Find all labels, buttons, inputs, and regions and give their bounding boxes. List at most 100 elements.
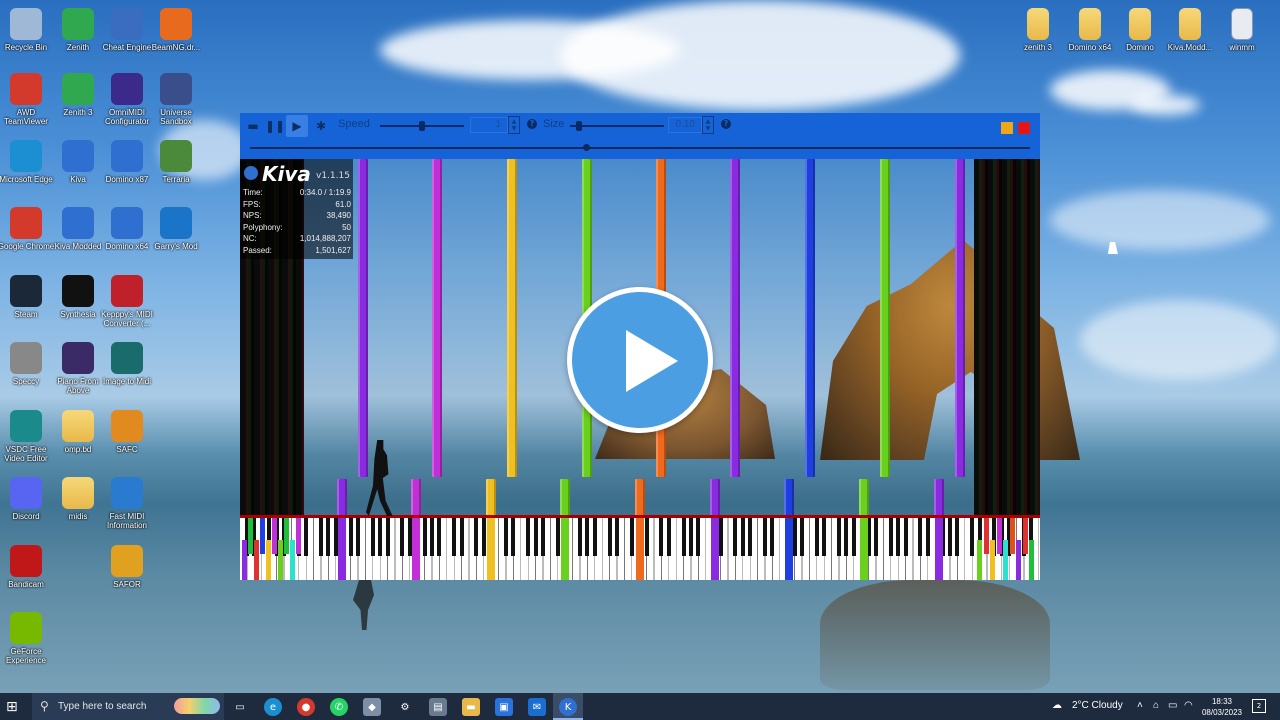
mail-taskbar-icon[interactable]: ✉ xyxy=(528,698,546,716)
open-file-icon[interactable]: ▬ xyxy=(242,115,264,137)
whatsapp-taskbar-icon[interactable]: ✆ xyxy=(330,698,348,716)
task-view-icon[interactable]: ▭ xyxy=(231,698,249,716)
desktop-icon-label: zenith 3 xyxy=(1023,43,1053,52)
desktop-icon[interactable]: Fast MIDI Information xyxy=(97,477,157,530)
speed-spinner[interactable]: ▲ ▼ xyxy=(508,116,520,134)
garrys-mod-icon xyxy=(160,207,192,239)
kiva-taskbar-icon[interactable]: K xyxy=(559,698,577,716)
desktop-icon[interactable]: GeForce Experience xyxy=(0,612,56,665)
file-explorer-taskbar-icon[interactable]: ▬ xyxy=(462,698,480,716)
stat-row: NPS: 38,490 xyxy=(243,211,351,220)
pressed-key xyxy=(284,518,289,554)
weather-icon[interactable]: ☁ xyxy=(1052,700,1062,711)
desktop-icon[interactable]: Kepppy's MIDI Converter (... xyxy=(97,275,157,328)
seek-knob[interactable] xyxy=(583,144,590,151)
clock-date: 08/03/2023 xyxy=(1201,708,1243,717)
speed-slider-knob[interactable] xyxy=(419,121,425,131)
edge-taskbar-icon[interactable]: e xyxy=(264,698,282,716)
speed-help-icon[interactable]: ? xyxy=(527,119,537,129)
settings-gear-icon[interactable]: ✱ xyxy=(310,115,332,137)
pause-button[interactable]: ❚❚ xyxy=(264,115,286,137)
cloud xyxy=(560,0,960,110)
taskbar-search[interactable]: ⚲ Type here to search xyxy=(32,693,224,720)
play-button[interactable]: ▶ xyxy=(286,115,308,137)
desktop-icon[interactable]: Universe Sandbox xyxy=(146,73,206,126)
black-key xyxy=(918,518,923,556)
app2-taskbar-icon[interactable]: ▤ xyxy=(429,698,447,716)
file-icon xyxy=(1231,8,1253,40)
folder-icon xyxy=(62,477,94,509)
black-key xyxy=(718,518,723,556)
app-taskbar-icon[interactable]: ◆ xyxy=(363,698,381,716)
pressed-key xyxy=(254,540,259,580)
speed-input[interactable]: 1 xyxy=(470,117,508,133)
black-key xyxy=(578,518,582,556)
minimize-button[interactable] xyxy=(1001,122,1013,134)
desktop-icon[interactable]: BeamNG.dr... xyxy=(146,8,206,52)
desktop-icon[interactable]: Garry's Mod xyxy=(146,207,206,251)
pressed-key xyxy=(561,518,569,580)
domino-icon xyxy=(111,207,143,239)
size-input[interactable]: 0.10 xyxy=(668,117,702,133)
universe-sandbox-icon xyxy=(160,73,192,105)
desktop-icon[interactable]: Bandicam xyxy=(0,545,56,589)
pressed-key xyxy=(266,540,271,580)
falling-note xyxy=(560,479,570,519)
settings-taskbar-icon[interactable]: ⚙ xyxy=(396,698,414,716)
tray-battery-icon[interactable]: ▭ xyxy=(1168,700,1177,711)
desktop-icon[interactable]: Kiva.Modd... xyxy=(1160,8,1220,52)
desktop-icon[interactable]: Image to Midi xyxy=(97,342,157,386)
pressed-key xyxy=(935,518,943,580)
taskbar-clock[interactable]: 18:33 08/03/2023 xyxy=(1196,696,1248,718)
seek-bar[interactable] xyxy=(250,147,1030,149)
play-triangle-icon xyxy=(626,330,678,392)
kmc-icon xyxy=(111,275,143,307)
tray-network-icon[interactable]: ⌂ xyxy=(1153,700,1159,711)
pressed-key xyxy=(983,518,989,554)
folder-icon xyxy=(1129,8,1151,40)
black-key xyxy=(541,518,545,556)
desktop-icon-label: Fast MIDI Information xyxy=(106,512,148,530)
desktop-icon[interactable]: zenith 3 xyxy=(1008,8,1068,52)
black-key xyxy=(666,518,671,556)
black-key xyxy=(422,518,427,556)
falling-note xyxy=(880,159,890,477)
size-slider[interactable] xyxy=(570,125,664,127)
black-key xyxy=(319,518,323,556)
stat-row: FPS: 61.0 xyxy=(243,200,351,209)
tray-chevron-icon[interactable]: ˄ xyxy=(1137,700,1143,711)
pressed-key xyxy=(260,518,265,554)
speccy-icon xyxy=(10,342,42,374)
store-taskbar-icon[interactable]: ▣ xyxy=(495,698,513,716)
stat-value: 1,501,627 xyxy=(315,245,351,255)
size-spinner[interactable]: ▲ ▼ xyxy=(702,116,714,134)
tray-wifi-icon[interactable]: ◠ xyxy=(1184,700,1193,711)
stat-label: Passed: xyxy=(243,245,272,255)
pressed-key xyxy=(636,518,644,580)
omnimidi-icon xyxy=(111,73,143,105)
falling-note xyxy=(411,479,421,519)
speed-label: Speed xyxy=(338,118,370,130)
stat-row: Passed: 1,501,627 xyxy=(243,246,351,255)
chrome-taskbar-icon[interactable]: ● xyxy=(297,698,315,716)
black-key xyxy=(356,518,360,556)
desktop-icon[interactable]: winmm xyxy=(1212,8,1272,52)
image-to-midi-icon xyxy=(111,342,143,374)
black-key xyxy=(948,518,952,556)
weather-text[interactable]: 2°C Cloudy xyxy=(1072,700,1123,711)
black-key xyxy=(511,518,516,556)
close-button[interactable] xyxy=(1018,122,1030,134)
black-key xyxy=(844,518,849,556)
desktop-icon[interactable]: SAFOR xyxy=(97,545,157,589)
desktop-icon[interactable]: SAFC xyxy=(97,410,157,454)
size-help-icon[interactable]: ? xyxy=(721,119,731,129)
video-play-button[interactable] xyxy=(567,287,713,433)
desktop-icon-label: Universe Sandbox xyxy=(160,108,192,126)
notification-icon[interactable]: 2 xyxy=(1252,699,1266,713)
desktop-icon[interactable]: Terraria xyxy=(146,140,206,184)
size-slider-knob[interactable] xyxy=(576,121,582,131)
windows-start-icon[interactable]: ⊞ xyxy=(6,699,22,715)
pressed-key xyxy=(1029,540,1034,580)
stat-row: Time: 0:34.0 / 1:19.9 xyxy=(243,188,351,197)
folder-icon xyxy=(1179,8,1201,40)
